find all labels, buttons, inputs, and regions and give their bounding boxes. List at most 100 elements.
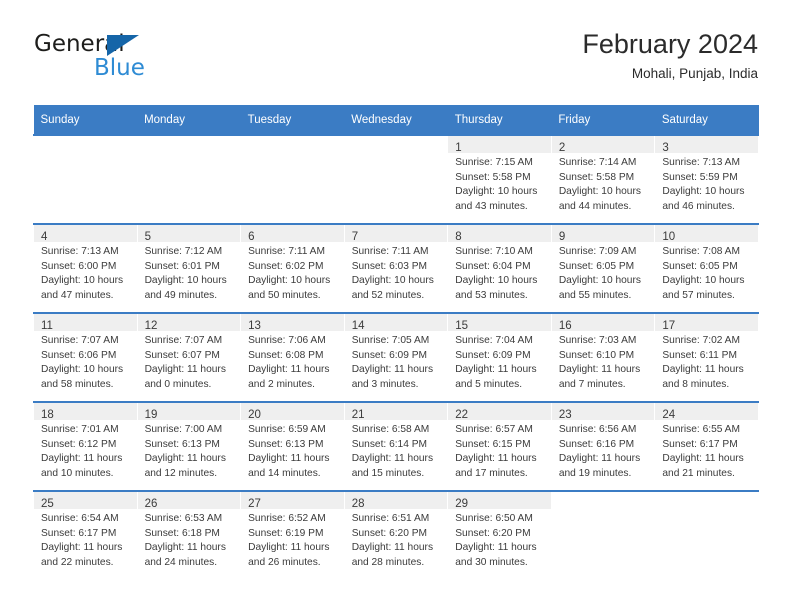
day-number-band: 21 xyxy=(344,403,448,421)
calendar-day-cell[interactable]: 17 Sunrise: 7:02 AM Sunset: 6:11 PM Dayligh… xyxy=(654,312,759,402)
calendar-day-cell[interactable]: 15 Sunrise: 7:04 AM Sunset: 6:09 PM Dayligh… xyxy=(447,312,552,402)
day-detail-line: and 53 minutes. xyxy=(455,289,528,301)
day-number-band xyxy=(551,492,655,509)
day-detail-line: Sunset: 6:14 PM xyxy=(351,438,428,450)
day-detail-line: and 15 minutes. xyxy=(351,467,425,479)
day-detail-line: and 26 minutes. xyxy=(248,556,321,568)
day-detail-line: Sunset: 6:02 PM xyxy=(248,260,324,272)
calendar-day-cell[interactable]: 9 Sunrise: 7:09 AM Sunset: 6:05 PM Daylight… xyxy=(550,223,656,313)
day-number-band xyxy=(655,492,758,509)
calendar-day-cell[interactable]: 14 Sunrise: 7:05 AM Sunset: 6:09 PM Dayligh… xyxy=(343,312,449,402)
day-detail-block xyxy=(552,509,655,512)
weekday-header-sunday: Sunday xyxy=(33,105,138,135)
calendar-day-cell[interactable]: 7 Sunrise: 7:11 AM Sunset: 6:03 PM Daylight… xyxy=(343,223,449,313)
day-number-band: 8 xyxy=(448,225,551,243)
day-detail-line: Daylight: 10 hours xyxy=(41,275,124,286)
calendar-day-cell[interactable]: 5 Sunrise: 7:12 AM Sunset: 6:01 PM Daylight… xyxy=(136,223,242,313)
calendar-day-cell[interactable]: 26 Sunrise: 6:53 AM Sunset: 6:18 PM Dayligh… xyxy=(136,490,242,580)
calendar-day-cell[interactable]: 8 Sunrise: 7:10 AM Sunset: 6:04 PM Daylight… xyxy=(447,223,552,313)
day-detail-block: Sunrise: 7:02 AM Sunset: 6:11 PM Daylight:… xyxy=(655,331,758,392)
day-detail-line: Sunset: 6:17 PM xyxy=(662,438,738,450)
day-number-band: 9 xyxy=(551,225,655,243)
day-detail-line: Sunrise: 6:54 AM xyxy=(41,513,119,524)
day-detail-line: Sunset: 6:18 PM xyxy=(144,527,220,539)
calendar-empty-cell xyxy=(136,134,242,224)
day-detail-line: Daylight: 11 hours xyxy=(558,364,641,375)
day-detail-line: Sunrise: 7:07 AM xyxy=(41,335,119,346)
calendar-day-cell[interactable]: 28 Sunrise: 6:51 AM Sunset: 6:20 PM Dayligh… xyxy=(343,490,449,580)
day-detail-line: Sunset: 6:08 PM xyxy=(248,349,324,361)
day-detail-line: Sunrise: 7:15 AM xyxy=(455,157,533,168)
calendar-day-cell[interactable]: 3 Sunrise: 7:13 AM Sunset: 5:59 PM Daylight… xyxy=(654,134,759,224)
day-detail-block: Sunrise: 7:04 AM Sunset: 6:09 PM Daylight:… xyxy=(448,331,551,392)
calendar-day-cell[interactable]: 25 Sunrise: 6:54 AM Sunset: 6:17 PM Dayligh… xyxy=(33,490,138,580)
day-detail-line: Daylight: 11 hours xyxy=(144,453,226,464)
day-number-band: 10 xyxy=(655,225,758,243)
day-detail-line: Daylight: 11 hours xyxy=(455,364,537,375)
day-number-band: 24 xyxy=(655,403,758,421)
day-detail-line: Sunset: 6:00 PM xyxy=(41,260,117,272)
calendar-day-cell[interactable]: 19 Sunrise: 7:00 AM Sunset: 6:13 PM Dayligh… xyxy=(136,401,242,491)
calendar-day-cell[interactable]: 1 Sunrise: 7:15 AM Sunset: 5:58 PM Daylight… xyxy=(447,134,552,224)
day-number-band: 12 xyxy=(137,314,241,332)
day-detail-line: and 49 minutes. xyxy=(144,289,218,301)
day-detail-line: Sunrise: 7:01 AM xyxy=(41,424,119,435)
day-number: 26 xyxy=(144,498,158,510)
day-number: 8 xyxy=(455,231,462,243)
day-detail-line: and 50 minutes. xyxy=(248,289,321,301)
calendar-day-cell[interactable]: 16 Sunrise: 7:03 AM Sunset: 6:10 PM Dayligh… xyxy=(550,312,656,402)
day-number: 29 xyxy=(455,498,469,510)
day-number: 9 xyxy=(558,231,566,243)
day-detail-line: Sunset: 6:10 PM xyxy=(558,349,635,361)
day-detail-line: Daylight: 11 hours xyxy=(144,542,226,553)
day-detail-line: Sunset: 6:13 PM xyxy=(248,438,324,450)
calendar-day-cell[interactable]: 2 Sunrise: 7:14 AM Sunset: 5:58 PM Daylight… xyxy=(550,134,656,224)
day-number-band: 29 xyxy=(448,492,551,510)
day-detail-line: Daylight: 11 hours xyxy=(248,542,330,553)
day-detail-line: and 43 minutes. xyxy=(455,200,528,212)
day-detail-line: Sunset: 6:07 PM xyxy=(144,349,220,361)
day-detail-line: Sunset: 6:20 PM xyxy=(351,527,428,539)
day-detail-line: Daylight: 10 hours xyxy=(351,275,434,286)
day-detail-block: Sunrise: 6:57 AM Sunset: 6:15 PM Daylight:… xyxy=(448,420,551,481)
calendar-day-cell[interactable]: 20 Sunrise: 6:59 AM Sunset: 6:13 PM Dayligh… xyxy=(240,401,345,491)
day-detail-line: Sunrise: 7:13 AM xyxy=(41,246,119,257)
calendar-day-cell[interactable]: 12 Sunrise: 7:07 AM Sunset: 6:07 PM Dayligh… xyxy=(136,312,242,402)
calendar-day-cell[interactable]: 29 Sunrise: 6:50 AM Sunset: 6:20 PM Dayligh… xyxy=(447,490,552,580)
day-detail-line: Sunset: 6:17 PM xyxy=(41,527,117,539)
calendar-day-cell[interactable]: 10 Sunrise: 7:08 AM Sunset: 6:05 PM Dayligh… xyxy=(654,223,759,313)
day-number: 1 xyxy=(455,142,462,154)
day-detail-line: Sunrise: 7:14 AM xyxy=(558,157,637,168)
calendar-day-cell[interactable]: 21 Sunrise: 6:58 AM Sunset: 6:14 PM Dayligh… xyxy=(343,401,449,491)
day-number: 13 xyxy=(248,320,261,332)
calendar-day-cell[interactable]: 6 Sunrise: 7:11 AM Sunset: 6:02 PM Daylight… xyxy=(240,223,345,313)
calendar-body: 1 Sunrise: 7:15 AM Sunset: 5:58 PM Daylight… xyxy=(33,134,759,580)
day-detail-block xyxy=(138,153,241,156)
day-number-band: 22 xyxy=(448,403,551,421)
calendar-day-cell[interactable]: 23 Sunrise: 6:56 AM Sunset: 6:16 PM Dayligh… xyxy=(550,401,656,491)
title-block: February 2024 Mohali, Punjab, India xyxy=(582,28,758,82)
calendar-day-cell[interactable]: 24 Sunrise: 6:55 AM Sunset: 6:17 PM Dayligh… xyxy=(654,401,759,491)
day-detail-line: Sunset: 6:15 PM xyxy=(455,438,531,450)
day-number: 16 xyxy=(558,320,572,332)
day-detail-line: Sunrise: 7:03 AM xyxy=(558,335,637,346)
day-detail-block: Sunrise: 6:52 AM Sunset: 6:19 PM Daylight:… xyxy=(241,509,344,570)
day-detail-line: and 10 minutes. xyxy=(41,467,114,479)
day-detail-line: Daylight: 11 hours xyxy=(144,364,226,375)
calendar-day-cell[interactable]: 18 Sunrise: 7:01 AM Sunset: 6:12 PM Dayligh… xyxy=(33,401,138,491)
day-detail-line: Daylight: 11 hours xyxy=(662,453,744,464)
day-detail-block: Sunrise: 6:55 AM Sunset: 6:17 PM Daylight:… xyxy=(655,420,758,481)
day-detail-line: Daylight: 11 hours xyxy=(662,364,744,375)
day-detail-line: and 3 minutes. xyxy=(351,378,419,390)
day-detail-line: Daylight: 11 hours xyxy=(351,453,434,464)
day-detail-line: Sunset: 6:09 PM xyxy=(351,349,428,361)
calendar-day-cell[interactable]: 11 Sunrise: 7:07 AM Sunset: 6:06 PM Dayligh… xyxy=(33,312,138,402)
day-number-band xyxy=(241,136,344,153)
calendar-day-cell[interactable]: 13 Sunrise: 7:06 AM Sunset: 6:08 PM Dayligh… xyxy=(240,312,345,402)
day-detail-line: and 14 minutes. xyxy=(248,467,321,479)
calendar-day-cell[interactable]: 27 Sunrise: 6:52 AM Sunset: 6:19 PM Dayligh… xyxy=(240,490,345,580)
calendar-day-cell[interactable]: 22 Sunrise: 6:57 AM Sunset: 6:15 PM Dayligh… xyxy=(447,401,552,491)
day-number-band: 17 xyxy=(655,314,758,332)
day-detail-line: Sunset: 6:19 PM xyxy=(248,527,324,539)
calendar-day-cell[interactable]: 4 Sunrise: 7:13 AM Sunset: 6:00 PM Daylight… xyxy=(33,223,138,313)
